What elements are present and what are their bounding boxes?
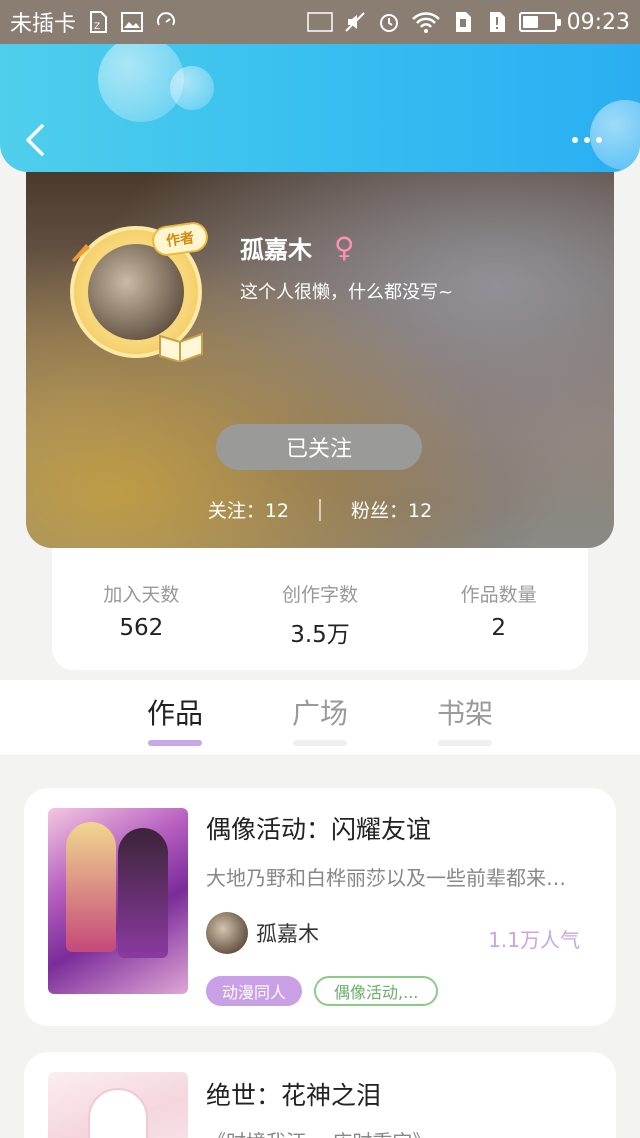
- cover-figure: [88, 1088, 148, 1138]
- tab-bookshelf[interactable]: 书架: [410, 692, 520, 746]
- stat-label: 作品数量: [460, 584, 537, 606]
- back-button[interactable]: [22, 122, 52, 158]
- female-icon: ♀: [334, 231, 355, 264]
- user-name: 孤嘉木: [240, 236, 312, 264]
- work-card[interactable]: 绝世：花神之泪 《时境我汪 一店时重宝》: [24, 1052, 616, 1138]
- tab-square[interactable]: 广场: [265, 692, 375, 746]
- stat-value: 562: [119, 615, 164, 641]
- followers-count[interactable]: 粉丝：12: [351, 496, 432, 523]
- work-description: 《时境我汪 一店时重宝》: [206, 1126, 588, 1138]
- follow-stats: 关注：12 粉丝：12: [26, 496, 614, 523]
- stat-works-count: 作品数量 2: [409, 548, 588, 670]
- stat-join-days: 加入天数 562: [52, 548, 231, 670]
- tab-indicator: [293, 740, 347, 746]
- status-bar: 未插卡 Z 09:23: [0, 0, 640, 44]
- divider: [319, 498, 321, 521]
- alarm-icon: [377, 10, 401, 34]
- loading-icon: [154, 10, 178, 34]
- mute-icon: [343, 10, 367, 34]
- chevron-left-icon: [26, 124, 44, 156]
- carrier-text: 未插卡: [10, 12, 77, 37]
- cover-figure: [66, 822, 116, 952]
- tab-works[interactable]: 作品: [120, 692, 230, 746]
- stat-value: 3.5万: [290, 622, 350, 648]
- battery-icon: [518, 12, 561, 32]
- work-author[interactable]: 孤嘉木: [206, 912, 319, 954]
- stat-word-count: 创作字数 3.5万: [231, 548, 410, 670]
- tab-label: 书架: [436, 697, 493, 730]
- profile-card: 作者 孤嘉木 ♀ 这个人很懒，什么都没写~ 已关注 关注：12 粉丝：12: [26, 172, 614, 548]
- tab-bar: 作品 广场 书架: [0, 680, 640, 756]
- clock-text: 09:23: [566, 9, 630, 35]
- nfc-icon: [306, 10, 333, 34]
- avatar[interactable]: 作者: [70, 220, 210, 362]
- book-icon: [159, 332, 203, 362]
- decor-bubble: [170, 66, 214, 110]
- sim-icon: Z: [86, 10, 110, 34]
- work-cover-image[interactable]: [48, 1072, 188, 1138]
- tab-indicator: [438, 740, 492, 746]
- author-stats-card: 加入天数 562 创作字数 3.5万 作品数量 2: [52, 548, 588, 670]
- work-description: 大地乃野和白桦丽莎以及一些前辈都来…: [206, 866, 566, 890]
- more-dots-icon: [584, 137, 590, 143]
- more-button[interactable]: [572, 132, 612, 148]
- wifi-icon: [411, 10, 441, 34]
- follow-button[interactable]: 已关注: [216, 424, 422, 470]
- tab-indicator: [148, 740, 202, 746]
- stat-label: 创作字数: [282, 584, 359, 606]
- cover-figure: [118, 828, 168, 958]
- tag-series[interactable]: 偶像活动,...: [314, 976, 439, 1006]
- tab-label: 广场: [291, 697, 348, 730]
- header-bar: [0, 44, 640, 172]
- author-name: 孤嘉木: [256, 922, 319, 946]
- author-badge: 作者: [150, 220, 210, 258]
- user-bio: 这个人很懒，什么都没写~: [240, 282, 454, 303]
- tab-label: 作品: [146, 697, 203, 730]
- following-count[interactable]: 关注：12: [208, 496, 289, 523]
- work-title[interactable]: 偶像活动：闪耀友谊: [206, 810, 431, 846]
- image-icon: [120, 10, 144, 34]
- work-cover-image[interactable]: [48, 808, 188, 994]
- work-tags: 动漫同人 偶像活动,...: [206, 976, 439, 1006]
- more-dots-icon: [596, 137, 602, 143]
- more-dots-icon: [572, 137, 578, 143]
- work-popularity: 1.1万人气: [488, 928, 580, 952]
- stat-label: 加入天数: [103, 584, 180, 606]
- work-card[interactable]: 偶像活动：闪耀友谊 大地乃野和白桦丽莎以及一些前辈都来… 孤嘉木 1.1万人气 …: [24, 788, 616, 1026]
- svg-text:Z: Z: [94, 22, 100, 32]
- work-title[interactable]: 绝世：花神之泪: [206, 1076, 381, 1112]
- tag-category[interactable]: 动漫同人: [206, 976, 303, 1006]
- sim2-icon: [451, 10, 475, 34]
- notice-icon: [485, 10, 509, 34]
- author-avatar: [206, 912, 248, 954]
- carrot-icon: [72, 244, 90, 262]
- stat-value: 2: [491, 615, 506, 641]
